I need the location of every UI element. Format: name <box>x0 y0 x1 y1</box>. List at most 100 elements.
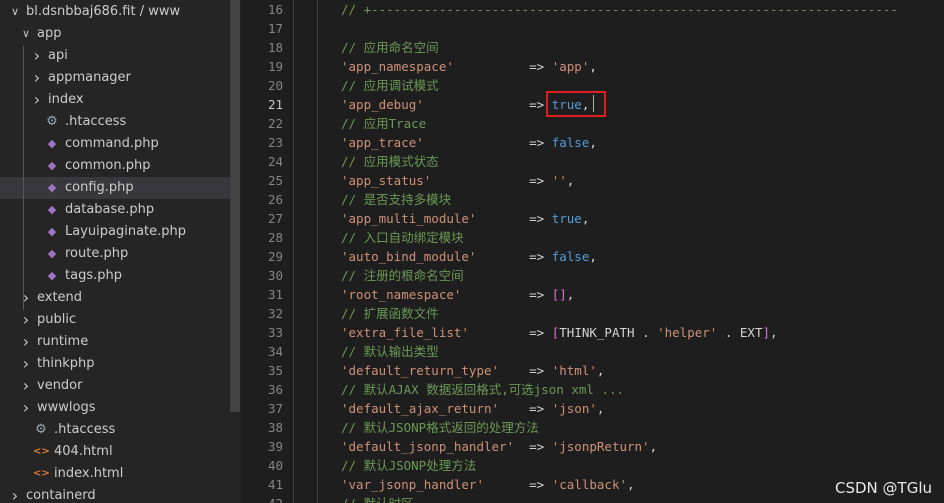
tree-item[interactable]: <> index.html <box>0 463 230 485</box>
code-token: => <box>461 287 552 302</box>
tree-item[interactable]: › runtime <box>0 331 230 353</box>
tree-item[interactable]: › extend <box>0 287 230 309</box>
tree-item[interactable]: ◆ config.php <box>0 177 230 199</box>
code-token: true <box>551 211 582 226</box>
code-token: , <box>589 59 597 74</box>
tree-item[interactable]: › wwwlogs <box>0 397 230 419</box>
code-token: , <box>566 173 575 188</box>
code-token: 'default_ajax_return' <box>341 401 500 416</box>
code-line[interactable]: 'app_trace' => false, <box>341 133 597 152</box>
line-number: 39 <box>267 439 283 454</box>
indent-guide <box>293 0 294 503</box>
tree-item[interactable]: ∨ bl.dsnbbaj686.fit / www <box>0 1 230 23</box>
code-token: , <box>566 287 575 302</box>
line-number: 42 <box>241 494 283 503</box>
code-token: 'default_return_type' <box>341 363 500 378</box>
code-line[interactable]: 'app_namespace' => 'app', <box>341 57 597 76</box>
code-token: 'default_jsonp_handler' <box>341 439 515 454</box>
code-line[interactable]: 'default_jsonp_handler' => 'jsonpReturn'… <box>341 437 657 456</box>
code-token: => <box>499 401 552 416</box>
code-line[interactable]: // 应用模式状态 <box>341 152 439 171</box>
html-icon: <> <box>33 468 50 479</box>
code-line[interactable]: 'extra_file_list' => [THINK_PATH . 'help… <box>341 323 778 342</box>
code-line[interactable]: 'auto_bind_module' => false, <box>341 247 597 266</box>
tree-item-label: wwwlogs <box>37 400 96 415</box>
code-line[interactable]: 'app_multi_module' => true, <box>341 209 589 228</box>
line-number: 18 <box>267 40 283 55</box>
code-line[interactable]: // 入口自动绑定模块 <box>341 228 464 247</box>
tree-item[interactable]: ⚙ .htaccess <box>0 111 230 133</box>
tree-item[interactable]: ◆ common.php <box>0 155 230 177</box>
tree-item-label: runtime <box>37 334 89 349</box>
code-token: => <box>468 325 552 340</box>
code-token: 'callback' <box>551 477 627 492</box>
code-line[interactable]: 'app_debug' => true, <box>341 95 589 114</box>
chevron-right-icon: › <box>33 90 41 109</box>
code-token: 'jsonpReturn' <box>551 439 650 454</box>
line-number: 25 <box>267 173 283 188</box>
line-number: 17 <box>267 21 283 36</box>
php-elephant-icon: ◆ <box>47 269 57 282</box>
tree-item[interactable]: › thinkphp <box>0 353 230 375</box>
tree-item[interactable]: › vendor <box>0 375 230 397</box>
tree-item[interactable]: ◆ database.php <box>0 199 230 221</box>
tree-item[interactable]: ∨ app <box>0 23 230 45</box>
tree-item-label: 404.html <box>54 444 113 459</box>
code-line[interactable]: 'root_namespace' => [], <box>341 285 574 304</box>
tree-item[interactable]: › public <box>0 309 230 331</box>
tree-item[interactable]: ◆ command.php <box>0 133 230 155</box>
line-number: 20 <box>267 78 283 93</box>
code-line[interactable]: 'default_ajax_return' => 'json', <box>341 399 604 418</box>
code-token: [] <box>551 287 567 302</box>
code-editor[interactable]: 16 // +----------------------------------… <box>241 0 944 503</box>
tree-item[interactable]: › api <box>0 45 230 67</box>
line-number: 35 <box>267 363 283 378</box>
code-line[interactable]: // 注册的根命名空间 <box>341 266 464 285</box>
tree-item[interactable]: › appmanager <box>0 67 230 89</box>
code-line[interactable]: // 应用命名空间 <box>341 38 439 57</box>
code-line[interactable]: // 扩展函数文件 <box>341 304 439 323</box>
code-line[interactable]: // 是否支持多模块 <box>341 190 451 209</box>
chevron-right-icon: › <box>33 46 41 65</box>
code-line[interactable]: // 应用Trace <box>341 114 426 133</box>
tree-item-label: tags.php <box>65 268 122 283</box>
code-token: ] <box>762 325 771 340</box>
chevron-right-icon: › <box>33 68 41 87</box>
code-token: '' <box>551 173 567 188</box>
code-line[interactable]: 'app_status' => '', <box>341 171 574 190</box>
tree-item[interactable]: <> 404.html <box>0 441 230 463</box>
chevron-right-icon: › <box>22 398 30 417</box>
tree-item[interactable]: ⚙ .htaccess <box>0 419 230 441</box>
tree-indent-guide <box>23 46 24 310</box>
chevron-right-icon: › <box>11 486 19 503</box>
code-line[interactable]: // 默认JSONP处理方法 <box>341 456 476 475</box>
line-number: 24 <box>267 154 283 169</box>
code-line[interactable]: // +------------------------------------… <box>341 0 898 19</box>
tree-item[interactable]: ◆ Layuipaginate.php <box>0 221 230 243</box>
sidebar-scrollbar[interactable] <box>230 0 240 412</box>
code-line[interactable]: // 默认AJAX 数据返回格式,可选json xml ... <box>341 380 624 399</box>
code-token: 'app_debug' <box>341 97 424 112</box>
code-line[interactable]: 'default_return_type' => 'html', <box>341 361 604 380</box>
code-line[interactable]: // 默认JSONP格式返回的处理方法 <box>341 418 539 437</box>
code-token: // 默认JSONP处理方法 <box>341 458 477 473</box>
chevron-down-icon: ∨ <box>10 5 20 18</box>
tree-item[interactable]: ◆ tags.php <box>0 265 230 287</box>
tree-item-label: public <box>37 312 77 327</box>
code-line[interactable]: 'var_jsonp_handler' => 'callback', <box>341 475 635 494</box>
tree-item[interactable]: ◆ route.php <box>0 243 230 265</box>
code-line[interactable]: // 应用调试模式 <box>341 76 439 95</box>
code-token: // 应用调试模式 <box>341 78 439 93</box>
tree-item-label: api <box>48 48 68 63</box>
chevron-right-icon: › <box>22 310 30 329</box>
code-line[interactable]: // 默认时区 <box>341 494 414 503</box>
line-number: 38 <box>267 420 283 435</box>
code-line[interactable]: // 默认输出类型 <box>341 342 439 361</box>
text-cursor <box>593 95 594 112</box>
explorer-sidebar: ∨ bl.dsnbbaj686.fit / www ∨ app › api › appmana… <box>0 0 241 503</box>
tree-item[interactable]: › containerd <box>0 485 230 503</box>
tree-item[interactable]: › index <box>0 89 230 111</box>
code-token: // 是否支持多模块 <box>341 192 452 207</box>
tree-item-label: vendor <box>37 378 83 393</box>
line-number: 22 <box>267 116 283 131</box>
